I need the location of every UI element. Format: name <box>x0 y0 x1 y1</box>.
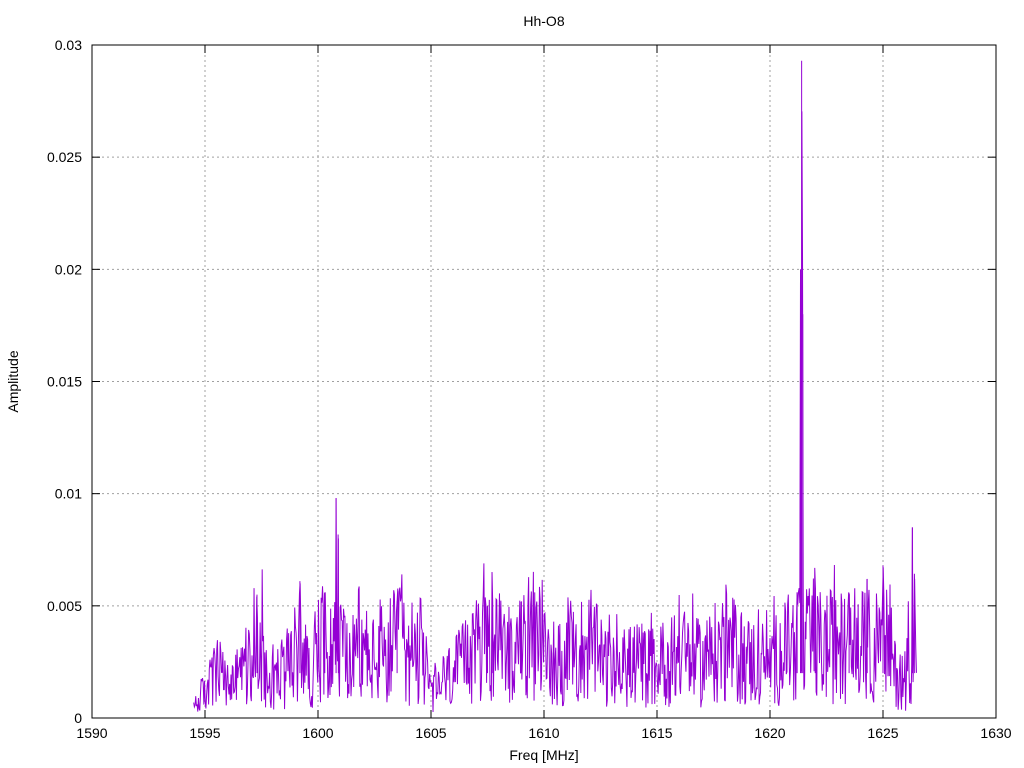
x-tick-label: 1610 <box>528 725 559 741</box>
y-tick-label: 0.025 <box>47 149 82 165</box>
y-tick-label: 0.02 <box>55 261 82 277</box>
chart-title: Hh-O8 <box>523 13 564 29</box>
x-tick-label: 1595 <box>189 725 220 741</box>
x-tick-label: 1600 <box>302 725 333 741</box>
spectrum-chart: 1590 1595 1600 1605 1610 1615 1620 1625 1630 0 0.0… <box>0 0 1024 768</box>
y-tick-label: 0 <box>74 710 82 726</box>
x-tick-label: 1630 <box>980 725 1011 741</box>
x-tick-label: 1590 <box>76 725 107 741</box>
y-axis-title: Amplitude <box>5 350 21 412</box>
x-axis-title: Freq [MHz] <box>509 747 578 763</box>
x-tick-label: 1615 <box>641 725 672 741</box>
x-tick-label: 1625 <box>867 725 898 741</box>
y-tick-label: 0.005 <box>47 598 82 614</box>
y-tick-label: 0.01 <box>55 486 82 502</box>
y-tick-label: 0.015 <box>47 374 82 390</box>
x-tick-label: 1605 <box>415 725 446 741</box>
y-tick-label: 0.03 <box>55 37 82 53</box>
x-tick-label: 1620 <box>754 725 785 741</box>
